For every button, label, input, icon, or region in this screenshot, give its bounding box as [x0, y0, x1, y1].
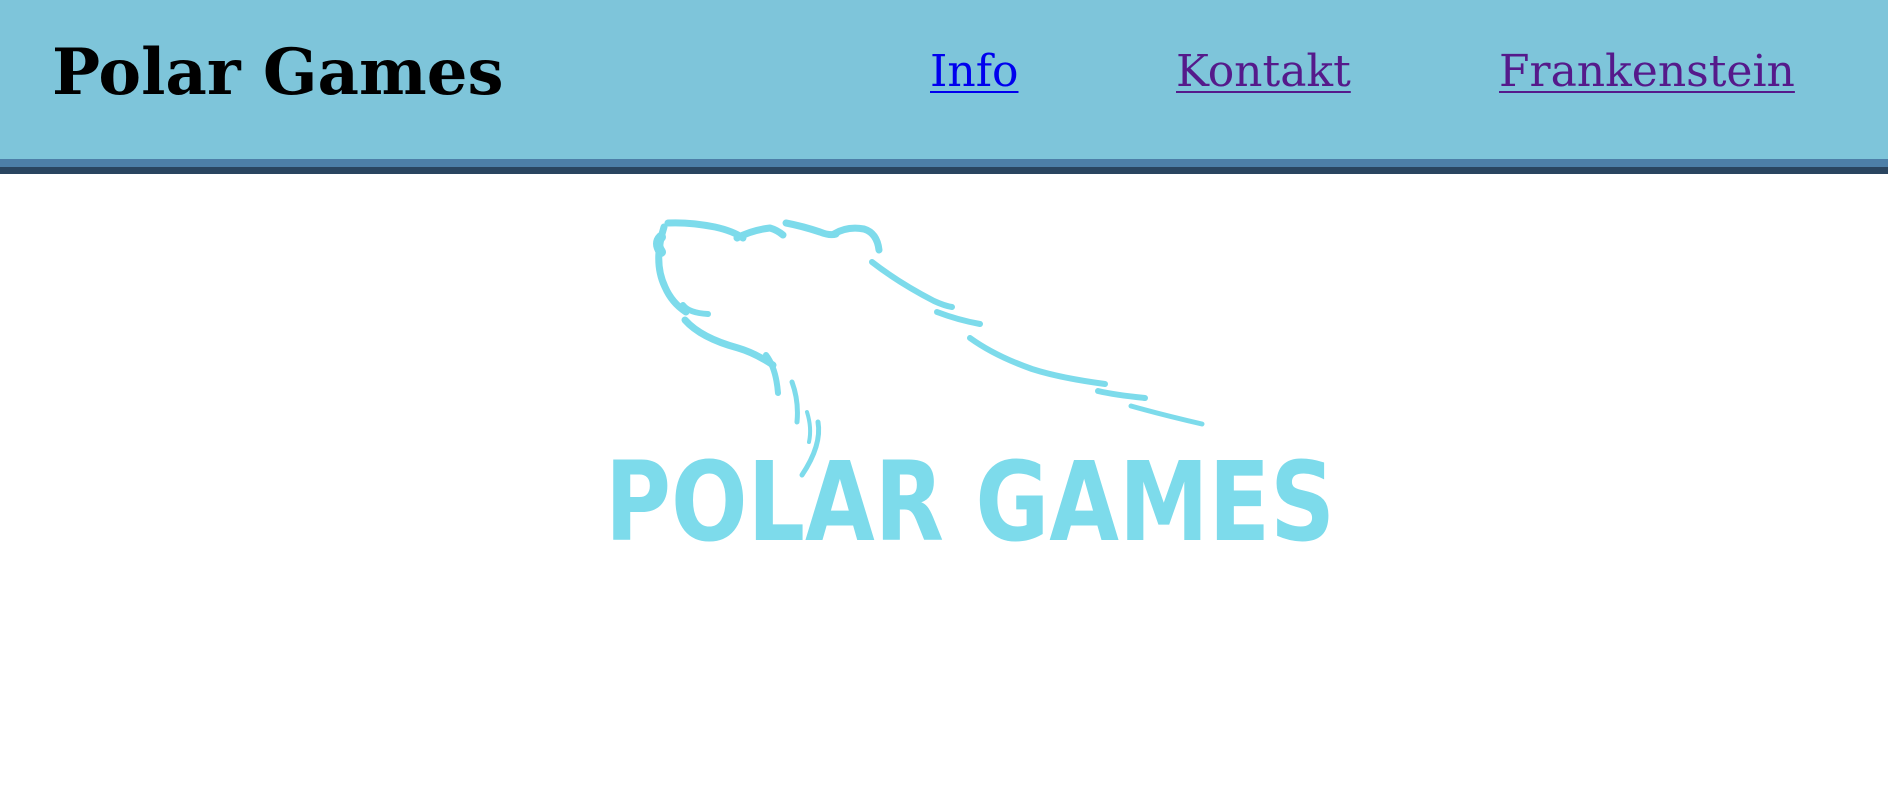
polar-games-logo: POLAR GAMES	[605, 219, 1335, 560]
site-header: Polar Games Info Kontakt Frankenstein	[0, 0, 1888, 159]
nav-link-frankenstein[interactable]: Frankenstein	[1499, 47, 1795, 96]
nav-link-kontakt[interactable]: Kontakt	[1176, 47, 1351, 96]
site-title: Polar Games	[52, 35, 504, 110]
header-divider-dark	[0, 167, 1888, 174]
nav-link-info[interactable]: Info	[930, 47, 1019, 96]
header-divider-light	[0, 159, 1888, 167]
logo-wordmark: POLAR GAMES	[605, 438, 1335, 560]
